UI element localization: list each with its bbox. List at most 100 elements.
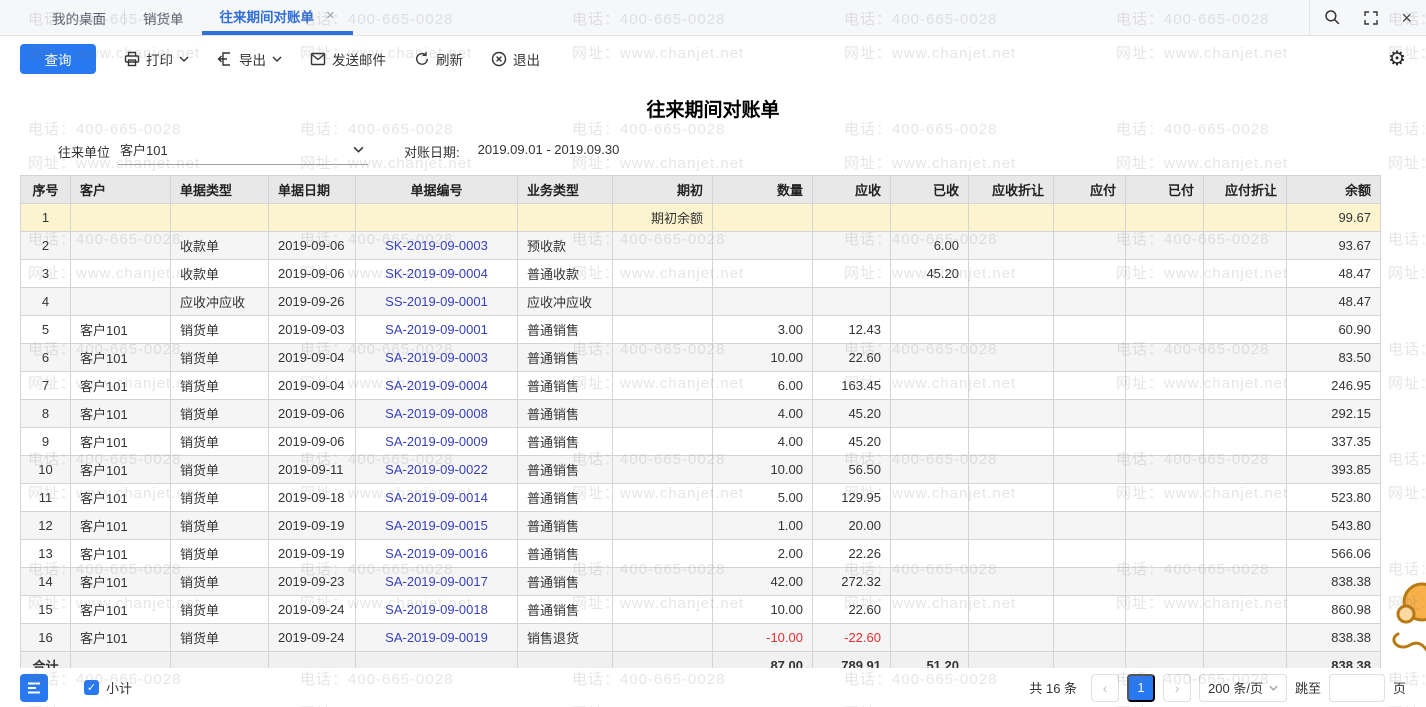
chevron-down-icon (179, 56, 189, 62)
exit-label: 退出 (513, 49, 540, 69)
send-email-button[interactable]: 发送邮件 (310, 49, 386, 69)
column-header: 单据类型 (171, 176, 269, 204)
chevron-down-icon (1269, 685, 1278, 691)
export-button[interactable]: 导出 (217, 49, 282, 69)
column-header: 已付 (1126, 176, 1204, 204)
table-row[interactable]: 9客户101销货单2019-09-06SA-2019-09-0009普通销售4.… (21, 428, 1381, 456)
chevron-down-icon (353, 146, 364, 153)
checkbox-checked-icon[interactable]: ✓ (84, 680, 99, 695)
document-number-link[interactable]: SA-2019-09-0015 (385, 518, 488, 533)
column-header: 应收 (813, 176, 891, 204)
chevron-down-icon (272, 56, 282, 62)
gear-icon[interactable]: ⚙ (1388, 49, 1406, 69)
column-settings-button[interactable] (20, 674, 48, 702)
tab-sales-order[interactable]: 销货单 (125, 0, 202, 35)
table-row[interactable]: 6客户101销货单2019-09-04SA-2019-09-0003普通销售10… (21, 344, 1381, 372)
date-range-label: 对账日期: (404, 142, 460, 161)
table-row[interactable]: 10客户101销货单2019-09-11SA-2019-09-0022普通销售1… (21, 456, 1381, 484)
table-row[interactable]: 7客户101销货单2019-09-04SA-2019-09-0004普通销售6.… (21, 372, 1381, 400)
refresh-icon (414, 51, 430, 67)
page-suffix-label: 页 (1393, 678, 1406, 697)
column-header: 余额 (1287, 176, 1381, 204)
table-row[interactable]: 12客户101销货单2019-09-19SA-2019-09-0015普通销售1… (21, 512, 1381, 540)
page-size-value: 200 条/页 (1208, 678, 1263, 697)
footer-bar: ✓ 小计 共 16 条 ‹ 1 › 200 条/页 跳至 页 (0, 668, 1426, 707)
table-row[interactable]: 3收款单2019-09-06SK-2019-09-0004普通收款45.2048… (21, 260, 1381, 288)
print-label: 打印 (146, 49, 173, 69)
document-number-link[interactable]: SA-2019-09-0008 (385, 406, 488, 421)
document-number-link[interactable]: SA-2019-09-0014 (385, 490, 488, 505)
reconciliation-table: 序号客户单据类型单据日期单据编号业务类型期初数量应收已收应收折让应付已付应付折让… (20, 175, 1381, 680)
tab-label: 我的桌面 (52, 8, 106, 28)
circle-x-icon (491, 51, 507, 67)
partner-select[interactable]: 客户101 (118, 138, 368, 165)
jump-to-page-input[interactable] (1329, 674, 1385, 702)
subtotal-label: 小计 (106, 678, 132, 697)
close-tab-icon[interactable]: × (326, 7, 335, 24)
exit-button[interactable]: 退出 (491, 49, 540, 69)
column-header: 应付 (1054, 176, 1126, 204)
subtotal-checkbox[interactable]: ✓ 小计 (84, 678, 132, 697)
date-range-value: 2019.09.01 - 2019.09.30 (478, 142, 620, 161)
document-number-link[interactable]: SA-2019-09-0009 (385, 434, 488, 449)
export-label: 导出 (239, 49, 266, 69)
partner-value: 客户101 (120, 140, 168, 159)
mail-icon (310, 52, 326, 66)
document-number-link[interactable]: SA-2019-09-0001 (385, 322, 488, 337)
printer-icon (124, 51, 140, 67)
tab-my-desktop[interactable]: 我的桌面 (34, 0, 124, 35)
document-number-link[interactable]: SA-2019-09-0018 (385, 602, 488, 617)
list-lines-icon (26, 681, 42, 695)
table-row[interactable]: 1期初余额99.67 (21, 204, 1381, 232)
document-number-link[interactable]: SA-2019-09-0003 (385, 350, 488, 365)
document-number-link[interactable]: SA-2019-09-0019 (385, 630, 488, 645)
table-row[interactable]: 14客户101销货单2019-09-23SA-2019-09-0017普通销售4… (21, 568, 1381, 596)
current-page-button[interactable]: 1 (1127, 674, 1155, 702)
table-row[interactable]: 4应收冲应收2019-09-26SS-2019-09-0001应收冲应收48.4… (21, 288, 1381, 316)
column-header: 已收 (891, 176, 969, 204)
document-number-link[interactable]: SS-2019-09-0001 (385, 294, 488, 309)
print-button[interactable]: 打印 (124, 49, 189, 69)
column-header: 单据编号 (356, 176, 518, 204)
table-row[interactable]: 8客户101销货单2019-09-06SA-2019-09-0008普通销售4.… (21, 400, 1381, 428)
page-title: 往来期间对账单 (0, 95, 1426, 122)
partner-label: 往来单位 (58, 142, 110, 161)
close-window-icon[interactable]: × (1401, 9, 1412, 27)
table-header: 序号客户单据类型单据日期单据编号业务类型期初数量应收已收应收折让应付已付应付折让… (21, 176, 1381, 204)
search-icon[interactable] (1324, 9, 1341, 26)
query-button[interactable]: 查询 (20, 44, 96, 74)
table-row[interactable]: 5客户101销货单2019-09-03SA-2019-09-0001普通销售3.… (21, 316, 1381, 344)
table-row[interactable]: 15客户101销货单2019-09-24SA-2019-09-0018普通销售1… (21, 596, 1381, 624)
page-size-select[interactable]: 200 条/页 (1199, 674, 1287, 702)
document-number-link[interactable]: SA-2019-09-0004 (385, 378, 488, 393)
table-row[interactable]: 11客户101销货单2019-09-18SA-2019-09-0014普通销售5… (21, 484, 1381, 512)
fullscreen-icon[interactable] (1363, 10, 1379, 26)
column-header: 序号 (21, 176, 71, 204)
next-page-button[interactable]: › (1163, 674, 1191, 702)
table-row[interactable]: 2收款单2019-09-06SK-2019-09-0003预收款6.0093.6… (21, 232, 1381, 260)
jump-to-label: 跳至 (1295, 678, 1321, 697)
filter-bar: 往来单位 客户101 对账日期: 2019.09.01 - 2019.09.30 (58, 138, 1426, 165)
refresh-label: 刷新 (436, 49, 463, 69)
column-header: 单据日期 (269, 176, 356, 204)
email-label: 发送邮件 (332, 49, 386, 69)
column-header: 应付折让 (1204, 176, 1287, 204)
tab-reconciliation-statement[interactable]: 往来期间对账单 × (202, 0, 353, 35)
export-icon (217, 51, 233, 67)
tab-label: 往来期间对账单 (220, 6, 315, 26)
document-number-link[interactable]: SA-2019-09-0016 (385, 546, 488, 561)
document-number-link[interactable]: SA-2019-09-0022 (385, 462, 488, 477)
column-header: 业务类型 (518, 176, 613, 204)
tab-bar: 我的桌面 销货单 往来期间对账单 × × (0, 0, 1426, 36)
refresh-button[interactable]: 刷新 (414, 49, 463, 69)
column-header: 数量 (713, 176, 813, 204)
document-number-link[interactable]: SA-2019-09-0017 (385, 574, 488, 589)
document-number-link[interactable]: SK-2019-09-0003 (385, 238, 488, 253)
table-row[interactable]: 13客户101销货单2019-09-19SA-2019-09-0016普通销售2… (21, 540, 1381, 568)
pagination: 共 16 条 ‹ 1 › 200 条/页 跳至 页 (1029, 674, 1406, 702)
prev-page-button[interactable]: ‹ (1091, 674, 1119, 702)
table-row[interactable]: 16客户101销货单2019-09-24SA-2019-09-0019销售退货-… (21, 624, 1381, 652)
document-number-link[interactable]: SK-2019-09-0004 (385, 266, 488, 281)
column-header: 期初 (613, 176, 713, 204)
column-header: 应收折让 (969, 176, 1054, 204)
